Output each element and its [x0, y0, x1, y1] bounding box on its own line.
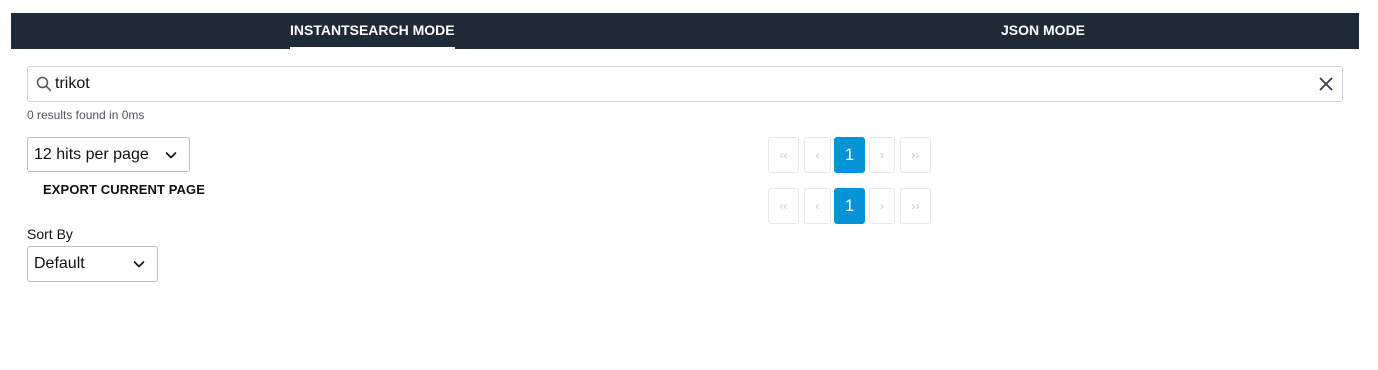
last-page-button[interactable]: ›› [900, 188, 931, 224]
first-page-button[interactable]: ‹‹ [768, 137, 799, 173]
export-current-page-button[interactable]: EXPORT CURRENT PAGE [43, 182, 205, 197]
search-box [27, 66, 1343, 102]
next-page-button[interactable]: › [869, 137, 895, 173]
current-page-button[interactable]: 1 [834, 188, 865, 224]
last-page-button[interactable]: ›› [900, 137, 931, 173]
mode-tab-bar: INSTANTSEARCH MODE JSON MODE [11, 13, 1359, 49]
hits-per-page-value: 12 hits per page [34, 146, 149, 163]
next-page-button[interactable]: › [869, 188, 895, 224]
sort-by-label: Sort By [27, 226, 73, 242]
chevron-down-icon [165, 152, 177, 159]
tab-json-mode[interactable]: JSON MODE [1001, 13, 1085, 49]
previous-page-button[interactable]: ‹ [804, 188, 831, 224]
sort-by-select[interactable]: Default [27, 246, 158, 282]
search-icon [36, 76, 52, 92]
previous-page-button[interactable]: ‹ [804, 137, 831, 173]
hits-per-page-select[interactable]: 12 hits per page [27, 137, 190, 172]
chevron-down-icon [133, 261, 145, 268]
current-page-button[interactable]: 1 [834, 137, 865, 173]
clear-search-icon[interactable] [1318, 76, 1334, 92]
search-input[interactable] [55, 71, 1305, 97]
search-stats: 0 results found in 0ms [27, 108, 145, 122]
tab-instantsearch-mode[interactable]: INSTANTSEARCH MODE [290, 13, 455, 49]
sort-by-value: Default [34, 255, 85, 272]
first-page-button[interactable]: ‹‹ [768, 188, 799, 224]
